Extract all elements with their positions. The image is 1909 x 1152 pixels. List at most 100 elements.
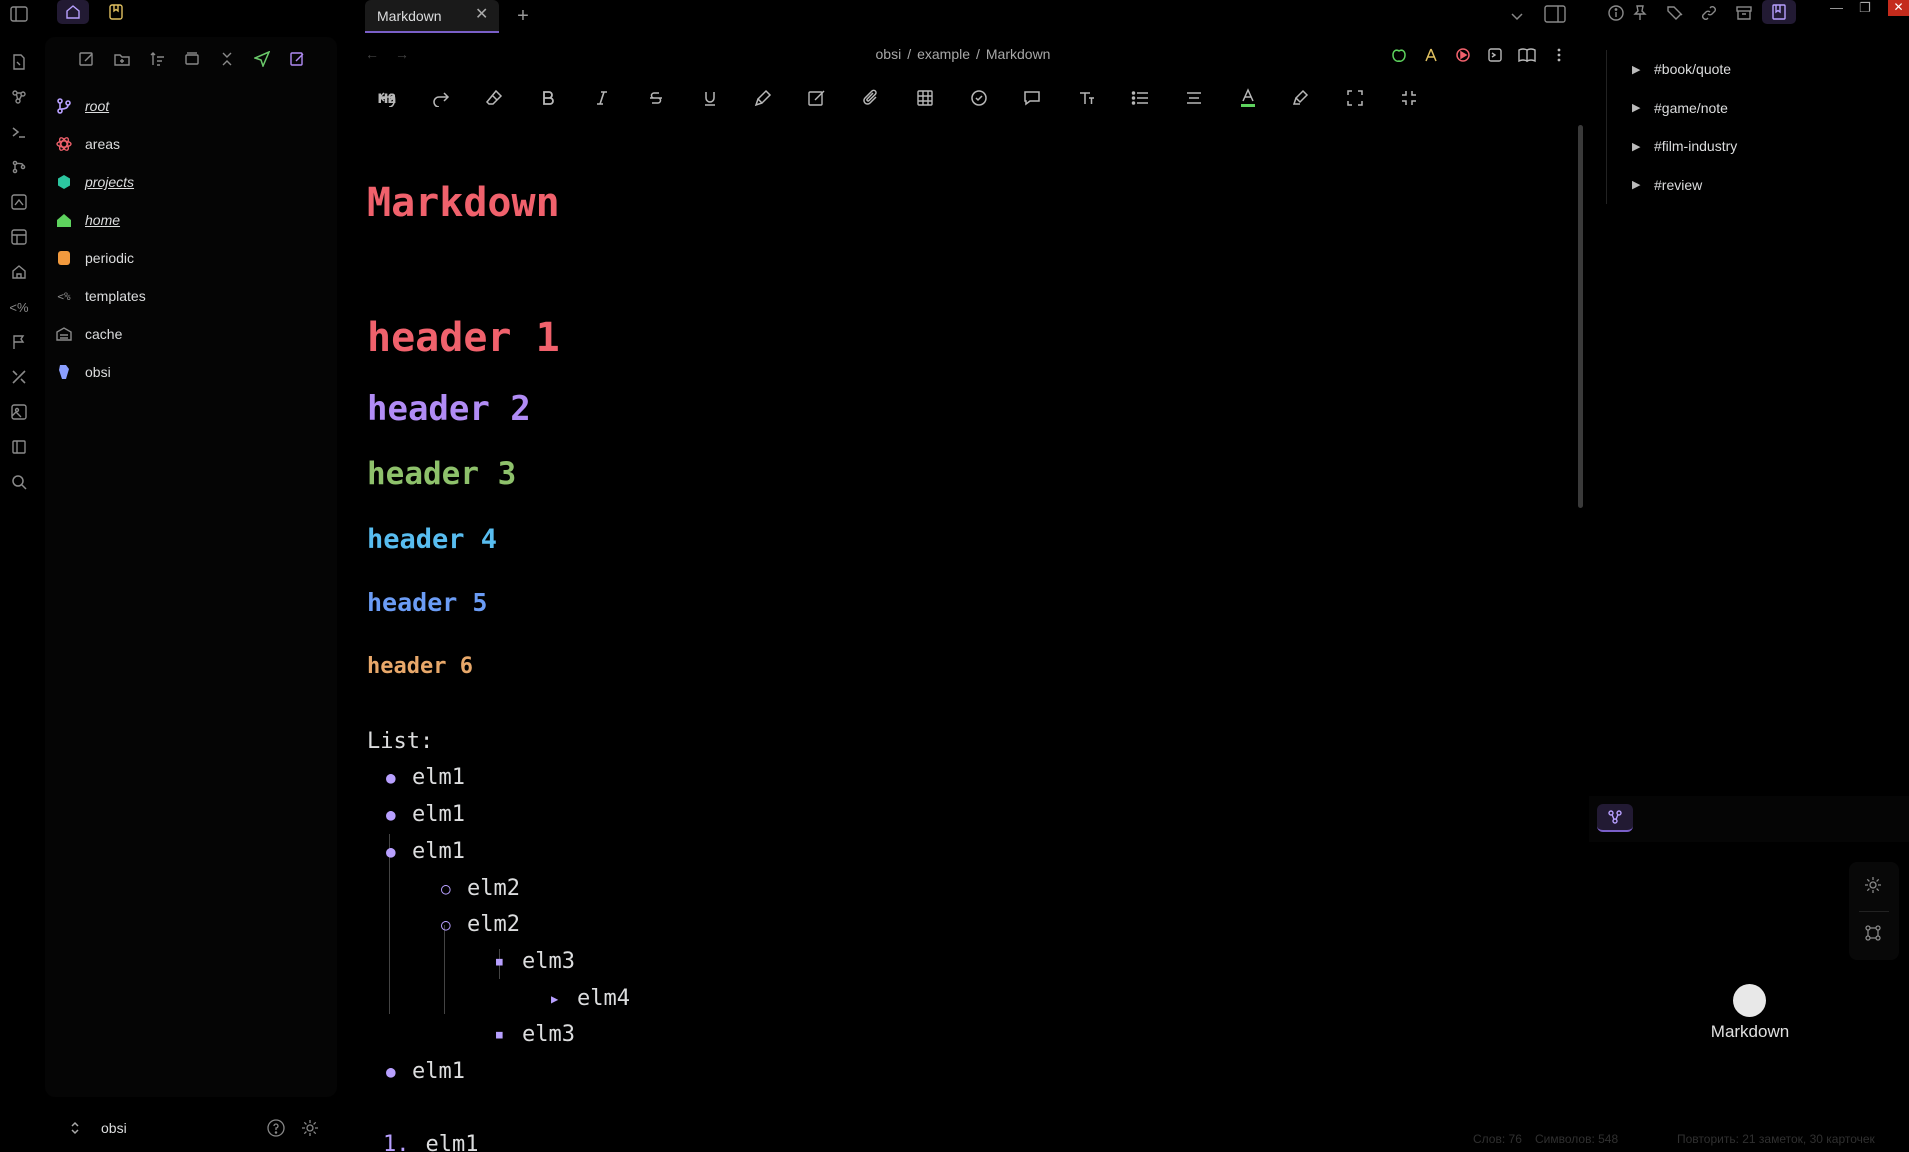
file-icon[interactable]	[9, 52, 29, 72]
breadcrumb-item[interactable]: example	[917, 46, 970, 62]
edit-pen-icon[interactable]	[790, 84, 844, 112]
record-icon[interactable]	[1454, 46, 1472, 64]
edit-note-icon[interactable]	[285, 47, 309, 71]
graph-node[interactable]	[1733, 984, 1766, 1017]
window-close-icon[interactable]: ✕	[1888, 0, 1909, 16]
attachment-icon[interactable]	[844, 84, 898, 112]
heading-n-button[interactable]: Hn	[360, 84, 414, 112]
search-icon[interactable]	[9, 472, 29, 492]
close-icon[interactable]	[215, 47, 239, 71]
list-label[interactable]: List:	[367, 729, 433, 754]
tags-icon[interactable]	[1666, 3, 1686, 23]
exit-fullscreen-icon[interactable]	[1382, 84, 1436, 112]
list-item[interactable]: ○ elm2	[441, 912, 520, 937]
archive-icon[interactable]	[1734, 3, 1754, 23]
callout-icon[interactable]	[1006, 84, 1060, 112]
fullscreen-icon[interactable]	[1328, 84, 1382, 112]
list-item[interactable]: ■ elm3	[496, 1022, 575, 1047]
graph-icon[interactable]	[9, 87, 29, 107]
list-item[interactable]: ● elm1	[386, 765, 465, 790]
expand-triangle-icon[interactable]: ▶	[1620, 63, 1654, 76]
redo-icon[interactable]	[414, 84, 468, 112]
preview-icon[interactable]	[1486, 46, 1504, 64]
tree-item-obsi[interactable]: obsi	[55, 353, 325, 391]
new-note-icon[interactable]	[75, 47, 99, 71]
text-color-icon[interactable]	[1221, 84, 1275, 112]
home-icon[interactable]	[9, 262, 29, 282]
info-icon[interactable]	[1606, 3, 1626, 23]
heading-3[interactable]: header 3	[367, 459, 516, 490]
flag-icon[interactable]	[9, 332, 29, 352]
canvas-icon[interactable]	[9, 192, 29, 212]
tab-markdown[interactable]: Markdown ✕	[365, 0, 499, 33]
highlighter-icon[interactable]	[737, 84, 791, 112]
git-icon[interactable]	[9, 157, 29, 177]
help-icon[interactable]	[267, 1119, 285, 1137]
bookmarks-icon[interactable]	[1762, 0, 1796, 24]
heading-4[interactable]: header 4	[367, 526, 497, 553]
terminal-icon[interactable]	[9, 122, 29, 142]
list-item[interactable]: ▶ elm4	[551, 986, 630, 1011]
heading-6[interactable]: header 6	[367, 656, 473, 678]
breadcrumb-item[interactable]: obsi	[876, 46, 902, 62]
layout-icon[interactable]	[9, 227, 29, 247]
eraser-icon[interactable]	[468, 84, 522, 112]
heading-2[interactable]: header 2	[367, 392, 531, 426]
tools-icon[interactable]	[1422, 46, 1440, 64]
more-options-icon[interactable]	[1550, 46, 1568, 64]
list-item[interactable]: ● elm1	[386, 839, 465, 864]
chevron-down-icon[interactable]	[1507, 6, 1527, 26]
tag-item[interactable]: ▶ #book/quote	[1620, 50, 1900, 89]
book-icon[interactable]	[9, 437, 29, 457]
vault-name[interactable]: obsi	[101, 1120, 127, 1136]
chevron-updown-icon[interactable]	[70, 1121, 80, 1135]
list-item[interactable]: ● elm1	[386, 1059, 465, 1084]
sort-icon[interactable]	[145, 47, 169, 71]
ordered-list-item[interactable]: 1. elm1	[383, 1132, 478, 1152]
breadcrumb-current[interactable]: Markdown	[986, 46, 1051, 62]
sidebar-toggle-icon[interactable]	[9, 4, 29, 24]
align-icon[interactable]	[1167, 84, 1221, 112]
restore-icon[interactable]: ❐	[1859, 0, 1871, 16]
gear-icon[interactable]	[301, 1119, 319, 1137]
new-folder-icon[interactable]	[110, 47, 134, 71]
table-icon[interactable]	[898, 84, 952, 112]
note-title[interactable]: Markdown	[367, 183, 560, 223]
tag-item[interactable]: ▶ #game/note	[1620, 89, 1900, 128]
pin-icon[interactable]	[1630, 3, 1650, 23]
strikethrough-icon[interactable]	[629, 84, 683, 112]
graph-icon[interactable]	[1864, 924, 1884, 944]
image-icon[interactable]	[9, 402, 29, 422]
bookmark-tab-icon[interactable]	[107, 3, 125, 21]
heading-5[interactable]: header 5	[367, 590, 487, 615]
heading-1[interactable]: header 1	[367, 318, 560, 358]
status-review[interactable]: Повторить: 21 заметок, 30 карточек	[1677, 1132, 1875, 1146]
text-format-icon[interactable]	[1059, 84, 1113, 112]
home-tab-icon[interactable]	[57, 0, 89, 24]
underline-icon[interactable]	[683, 84, 737, 112]
list-icon[interactable]	[1113, 84, 1167, 112]
new-tab-button[interactable]: +	[512, 5, 534, 27]
expand-triangle-icon[interactable]: ▶	[1620, 140, 1654, 153]
tag-item[interactable]: ▶ #film-industry	[1620, 127, 1900, 166]
collapse-icon[interactable]	[180, 47, 204, 71]
minimize-icon[interactable]: —	[1830, 0, 1843, 16]
tree-item-root[interactable]: root	[55, 87, 325, 125]
tree-item-home[interactable]: home	[55, 201, 325, 239]
tree-item-cache[interactable]: cache	[55, 315, 325, 353]
list-item[interactable]: ○ elm2	[441, 876, 520, 901]
italic-icon[interactable]	[575, 84, 629, 112]
list-item[interactable]: ● elm1	[386, 802, 465, 827]
tools-icon[interactable]	[9, 367, 29, 387]
checkbox-icon[interactable]	[952, 84, 1006, 112]
apple-icon[interactable]	[1390, 46, 1408, 64]
backlinks-icon[interactable]	[1699, 3, 1719, 23]
templater-icon[interactable]: <%	[9, 297, 29, 317]
send-icon[interactable]	[250, 47, 274, 71]
graph-tab-icon[interactable]	[1597, 804, 1633, 832]
tree-item-projects[interactable]: projects	[55, 163, 325, 201]
editor-scrollbar[interactable]	[1578, 125, 1583, 508]
expand-triangle-icon[interactable]: ▶	[1620, 178, 1654, 191]
highlight-color-icon[interactable]	[1275, 84, 1329, 112]
sidebar-right-toggle-icon[interactable]	[1544, 5, 1566, 27]
